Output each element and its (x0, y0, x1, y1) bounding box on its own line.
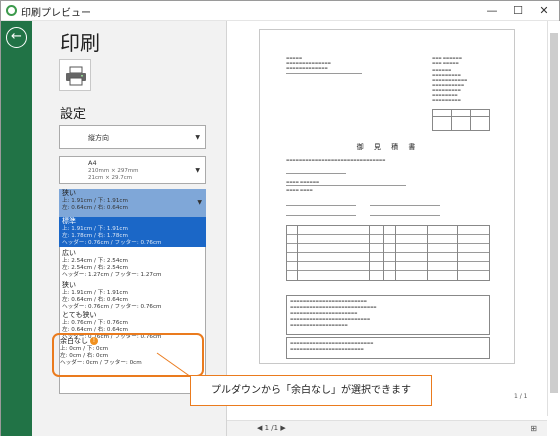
document-title: 御 見 積 書 (356, 143, 420, 151)
page-indicator: 1 / 1 (514, 393, 528, 400)
scrollbar-thumb[interactable] (550, 33, 558, 393)
paper-name: A4 (88, 159, 97, 167)
page-preview: ▬▬▬▬▬ ▬▬▬▬▬▬▬▬▬▬▬▬▬▬ ▬▬▬▬▬▬▬▬▬▬▬▬▬ ▬▬▬ ▬… (259, 29, 515, 364)
stamp-box (432, 109, 490, 131)
paper-rule (286, 185, 406, 186)
margin-option-detail: ヘッダー: 0.76cm / フッター: 0.76cm (62, 240, 162, 247)
paper-rule (370, 205, 440, 206)
paper-size-dropdown[interactable]: A4 210mm × 297mm 21cm × 29.7cm ▼ (59, 156, 206, 184)
chevron-down-icon: ▼ (195, 134, 200, 141)
paper-rule (286, 205, 356, 206)
margin-option-narrow[interactable]: 狭い 上: 1.91cm / 下: 1.91cm 左: 0.64cm / 右: … (59, 281, 206, 312)
print-preview-window: 印刷プレビュー — ☐ ✕ ← 印刷 設定 縦方向 ▼ A4 210mm × 2… (0, 0, 560, 436)
paper-text-line: ▬▬▬▬▬▬▬▬▬▬▬▬▬▬▬▬▬▬▬▬▬▬▬▬▬▬▬▬▬▬▬ (286, 158, 386, 162)
chevron-down-icon: ▼ (197, 199, 202, 206)
margin-option-name: 狭い (62, 189, 76, 197)
margin-option-detail: 左: 0.64cm / 右: 0.64cm (62, 205, 128, 212)
paper-rule (370, 215, 440, 216)
estimate-table (286, 225, 490, 281)
preview-scrollbar[interactable] (547, 21, 559, 416)
print-button[interactable] (59, 59, 91, 91)
close-button[interactable]: ✕ (531, 1, 557, 21)
margin-option-standard[interactable]: 標準 上: 1.91cm / 下: 1.91cm 左: 1.78cm / 右: … (59, 217, 206, 247)
title-bar: 印刷プレビュー — ☐ ✕ (1, 1, 559, 21)
orientation-dropdown[interactable]: 縦方向 ▼ (59, 125, 206, 149)
paper-text-line: ▬▬▬▬▬▬ (432, 68, 452, 72)
zoom-to-page-icon[interactable]: ⊞ (530, 424, 537, 433)
paper-text-line: ▬▬▬▬ ▬▬▬▬▬▬ (286, 180, 320, 184)
page-title: 印刷 (60, 31, 100, 55)
margin-option-current[interactable]: 狭い 上: 1.91cm / 下: 1.91cm 左: 0.64cm / 右: … (59, 189, 206, 217)
paper-text-line: ▬▬▬▬▬▬▬▬▬▬▬▬▬▬ (286, 61, 331, 65)
window-title: 印刷プレビュー (21, 8, 91, 19)
paper-rule (286, 173, 346, 174)
chevron-down-icon: ▼ (195, 167, 200, 174)
page-navigation[interactable]: ◀ 1 /1 ▶ (257, 424, 286, 432)
paper-text-line: ▬▬▬▬▬▬▬▬▬ (432, 88, 461, 92)
margin-option-name: 広い (62, 249, 76, 257)
callout-pointer (156, 352, 192, 378)
backstage-sidebar: ← (1, 21, 32, 436)
orientation-value: 縦方向 (88, 134, 109, 142)
paper-text-line: ▬▬▬▬▬▬▬▬▬▬▬▬▬ (286, 66, 328, 70)
margin-option-detail: ヘッダー: 1.27cm / フッター: 1.27cm (62, 272, 162, 279)
paper-size-mm: 210mm × 297mm (88, 168, 139, 174)
margin-option-name: とても狭い (62, 311, 97, 319)
minimize-button[interactable]: — (479, 1, 505, 21)
back-arrow-icon[interactable]: ← (6, 27, 27, 48)
margin-option-name: 標準 (62, 217, 76, 225)
settings-label: 設定 (60, 107, 87, 122)
paper-text-line: ▬▬▬▬ ▬▬▬▬ (286, 188, 313, 192)
app-icon (6, 5, 17, 16)
paper-rule (286, 215, 356, 216)
paper-text-line: ▬▬▬ ▬▬▬▬▬▬ (432, 56, 462, 60)
paper-text-line: ▬▬▬▬▬▬▬▬▬ (432, 98, 461, 102)
printer-icon (66, 66, 86, 86)
margin-option-wide[interactable]: 広い 上: 2.54cm / 下: 2.54cm 左: 2.54cm / 右: … (59, 249, 206, 280)
page-navigator: ◀ 1 /1 ▶ ⊞ (227, 420, 547, 436)
paper-text-line: ▬▬▬▬▬▬▬▬▬▬ (432, 83, 465, 87)
paper-text-line: ▬▬▬▬▬▬▬▬ (432, 93, 458, 97)
maximize-button[interactable]: ☐ (505, 1, 531, 21)
paper-text-line: ▬▬▬ ▬▬▬▬▬ (432, 61, 459, 65)
paper-size-cm: 21cm × 29.7cm (88, 175, 133, 181)
callout-note: プルダウンから「余白なし」が選択できます (190, 375, 432, 406)
notes-box: ▬▬▬▬▬▬▬▬▬▬▬▬▬▬▬▬▬▬▬▬▬▬▬▬ ▬▬▬▬▬▬▬▬▬▬▬▬▬▬▬… (286, 295, 490, 335)
terms-box: ▬▬▬▬▬▬▬▬▬▬▬▬▬▬▬▬▬▬▬▬▬▬▬▬▬▬ ▬▬▬▬▬▬▬▬▬▬▬▬▬… (286, 337, 490, 359)
paper-text-line: ▬▬▬▬▬ (286, 56, 303, 60)
paper-text-line: ▬▬▬▬▬▬▬▬▬▬▬ (432, 78, 468, 82)
paper-text-line: ▬▬▬▬▬▬▬▬▬ (432, 73, 461, 77)
paper-rule (286, 73, 362, 74)
margin-option-name: 狭い (62, 281, 76, 289)
